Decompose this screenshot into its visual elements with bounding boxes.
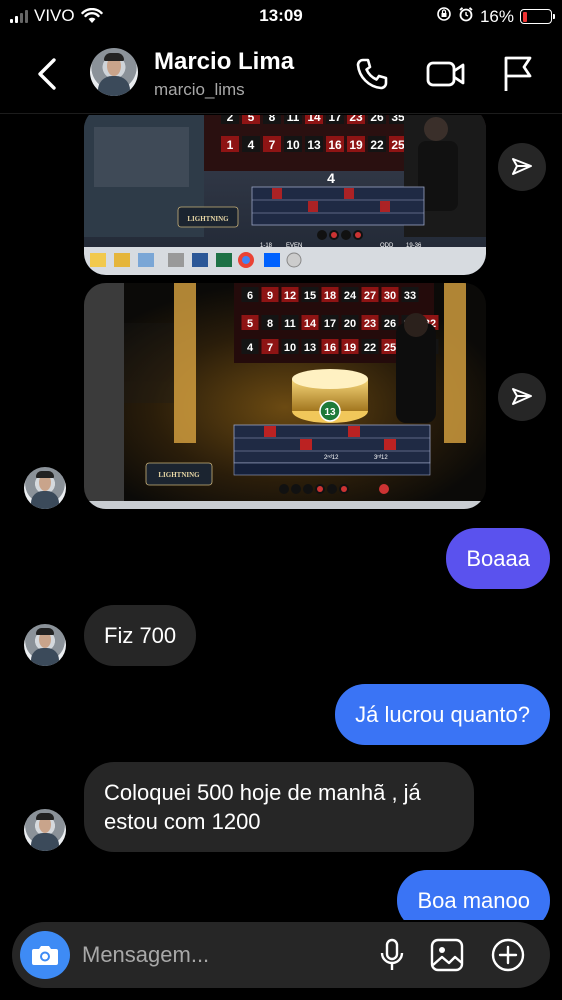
roulette-number: 19 (349, 138, 363, 152)
roulette-number: 4 (248, 138, 255, 152)
roulette-number: 35 (391, 115, 405, 124)
roulette-number: 33 (404, 290, 416, 302)
message-outgoing[interactable]: Boaaa (446, 528, 550, 589)
message-outgoing[interactable]: Boa manoo (397, 870, 550, 920)
audio-call-button[interactable] (352, 54, 392, 94)
roulette-number: 16 (328, 138, 342, 152)
roulette-number: 10 (284, 342, 296, 354)
share-button-image-1[interactable] (498, 143, 546, 191)
video-call-button[interactable] (426, 54, 466, 94)
send-icon (512, 158, 532, 175)
roulette-number: 14 (307, 115, 321, 124)
roulette-number: 17 (328, 115, 342, 124)
roulette-number: 1 (227, 138, 234, 152)
send-icon (512, 388, 532, 405)
video-camera-icon (426, 61, 465, 87)
chevron-left-icon (38, 58, 56, 90)
roulette-number: 24 (344, 290, 357, 302)
roulette-number: 8 (267, 318, 273, 330)
message-incoming[interactable]: Fiz 700 (84, 605, 197, 666)
roulette-number: 11 (287, 115, 300, 124)
roulette-number: 18 (324, 290, 336, 302)
roulette-number: 16 (324, 342, 336, 354)
roulette-number: 30 (384, 290, 396, 302)
chat-header: Marcio Lima marcio_lims (0, 34, 562, 114)
roulette-number: 5 (247, 318, 253, 330)
shared-image-2[interactable]: 6912151824273033581114172023262932471013… (84, 283, 486, 509)
contact-name[interactable]: Marcio Lima (154, 48, 294, 76)
camera-icon (32, 946, 58, 965)
status-bar: VIVO 13:09 16% (0, 0, 562, 34)
message-outgoing[interactable]: Já lucrou quanto? (335, 684, 550, 745)
roulette-number: 26 (384, 318, 396, 330)
sender-avatar[interactable] (24, 624, 66, 666)
contact-username[interactable]: marcio_lims (154, 80, 245, 100)
camera-button[interactable] (20, 931, 70, 979)
roulette-number: 11 (284, 318, 296, 330)
roulette-number: 23 (364, 318, 376, 330)
battery-icon (520, 9, 555, 24)
gallery-button[interactable] (427, 935, 467, 975)
roulette-number: 6 (247, 290, 253, 302)
result-number-2: 13 (324, 407, 336, 418)
roulette-number: 25 (384, 342, 396, 354)
roulette-number: 10 (286, 138, 300, 152)
message-composer (12, 922, 550, 988)
roulette-number: 22 (370, 138, 384, 152)
roulette-number: 4 (247, 342, 254, 354)
roulette-number: 15 (304, 290, 316, 302)
roulette-number: 8 (269, 115, 276, 124)
roulette-number: 9 (267, 290, 273, 302)
roulette-number: 27 (364, 290, 376, 302)
roulette-number: 13 (304, 342, 316, 354)
roulette-number: 19 (344, 342, 356, 354)
message-incoming[interactable]: Coloquei 500 hoje de manhã , já estou co… (84, 762, 474, 852)
battery-percent: 16% (479, 6, 514, 26)
roulette-number: 22 (364, 342, 376, 354)
plus-circle-icon (491, 938, 525, 972)
roulette-number: 26 (370, 115, 384, 124)
report-button[interactable] (498, 54, 538, 94)
game-logo-2: LIGHTNING (158, 471, 200, 479)
sender-avatar[interactable] (24, 467, 66, 509)
microphone-icon (380, 938, 404, 970)
roulette-number: 5 (248, 115, 255, 124)
message-input[interactable] (82, 938, 362, 972)
game-logo: LIGHTNING (187, 215, 229, 223)
voice-message-button[interactable] (372, 935, 412, 975)
roulette-number: 20 (344, 318, 356, 330)
more-options-button[interactable] (488, 935, 528, 975)
status-right: 16% (436, 6, 555, 27)
message-list[interactable]: 2 5 8 11 14 17 23 26 35 1 4 7 10 13 16 19 22 25 4 1-18 EV… (0, 115, 562, 920)
share-button-image-2[interactable] (498, 373, 546, 421)
alarm-icon (458, 6, 474, 27)
roulette-number: 23 (349, 115, 363, 124)
contact-avatar[interactable] (90, 48, 138, 96)
back-button[interactable] (30, 54, 66, 94)
roulette-number: 2 (227, 115, 234, 124)
orientation-lock-icon (436, 6, 452, 27)
table-label-2nd12: 2ⁿᵈ12 (324, 454, 339, 461)
sender-avatar[interactable] (24, 809, 66, 851)
roulette-number: 17 (324, 318, 336, 330)
shared-image-1[interactable]: 2 5 8 11 14 17 23 26 35 1 4 7 10 13 16 19 22 25 4 1-18 EV… (84, 115, 486, 275)
roulette-number: 12 (284, 290, 296, 302)
phone-icon (356, 58, 388, 90)
roulette-number: 7 (269, 138, 276, 152)
result-number-1: 4 (327, 170, 335, 186)
roulette-number: 7 (267, 342, 273, 354)
table-label-3rd12: 3ʳᵈ12 (374, 454, 388, 461)
roulette-number: 13 (307, 138, 321, 152)
flag-icon (504, 56, 532, 91)
image-icon (430, 938, 464, 972)
roulette-number: 14 (304, 318, 317, 330)
roulette-number: 25 (391, 138, 405, 152)
